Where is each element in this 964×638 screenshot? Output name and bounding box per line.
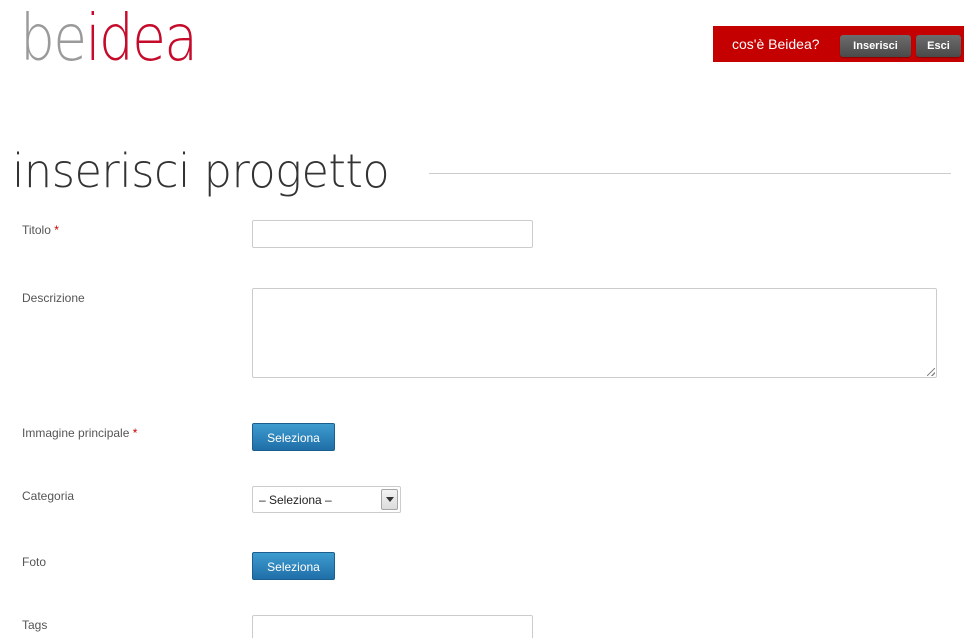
category-select[interactable]: – Seleziona – [252,486,401,513]
tags-input[interactable] [252,615,533,638]
chevron-down-icon[interactable] [381,489,398,510]
top-nav-bar: cos'è Beidea? Inserisci Esci [713,26,964,62]
category-label: Categoria [22,489,75,503]
about-beidea-link[interactable]: cos'è Beidea? [732,36,820,52]
required-marker: * [54,223,59,237]
category-selected-value: – Seleziona – [259,493,332,507]
photo-label: Foto [22,555,47,569]
page: beidea cos'è Beidea? Inserisci Esci inse… [0,0,964,638]
title-field-label: Titolo * [22,223,59,237]
description-textarea[interactable] [252,288,937,378]
title-input[interactable] [252,220,533,248]
main-image-select-button[interactable]: Seleziona [252,423,335,451]
resize-handle-icon[interactable] [927,368,935,376]
logo-part-idea: idea [85,2,198,76]
photo-select-button[interactable]: Seleziona [252,552,335,580]
tags-label: Tags [22,618,48,632]
main-image-field-label: Immagine principale * [22,426,137,440]
beidea-logo[interactable]: beidea [20,0,198,78]
page-title: inserisci progetto [12,144,390,198]
logout-button[interactable]: Esci [916,35,961,57]
title-label-text: Titolo [22,223,51,237]
required-marker: * [132,426,138,440]
logo-part-be: be [20,2,87,76]
description-label: Descrizione [22,291,85,305]
insert-button[interactable]: Inserisci [840,35,911,57]
title-divider [429,173,951,174]
main-image-label-text: Immagine principale [22,426,130,440]
